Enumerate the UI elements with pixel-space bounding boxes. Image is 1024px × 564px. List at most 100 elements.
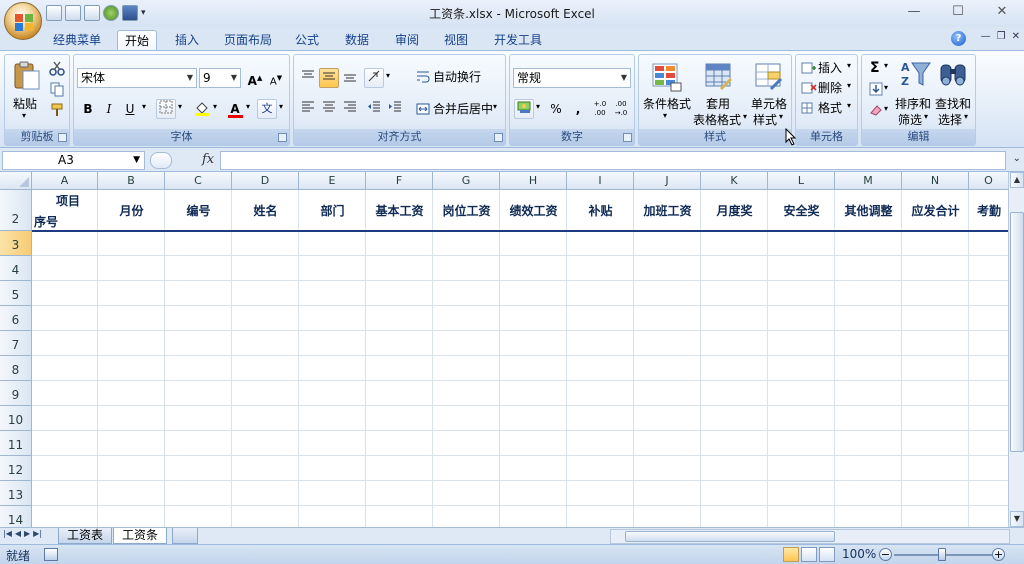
accounting-format-button[interactable] (514, 99, 534, 119)
cell-c14[interactable] (165, 506, 232, 527)
tab-home[interactable]: 开始 (117, 30, 157, 50)
row-header-10[interactable]: 10 (0, 406, 32, 431)
cell-d3[interactable] (232, 231, 299, 256)
align-left-button[interactable] (298, 99, 318, 119)
cell-g11[interactable] (433, 431, 500, 456)
cell-o10[interactable] (969, 406, 1008, 431)
cell-f6[interactable] (366, 306, 433, 331)
align-center-button[interactable] (319, 99, 339, 119)
cell-o9[interactable] (969, 381, 1008, 406)
zoom-slider[interactable] (894, 548, 992, 561)
zoom-level[interactable]: 100% (842, 547, 876, 561)
cell-i8[interactable] (567, 356, 634, 381)
cell-j3[interactable] (634, 231, 701, 256)
accounting-dropdown-icon[interactable]: ▾ (536, 102, 540, 111)
conditional-format-dropdown-icon[interactable]: ▾ (663, 111, 667, 120)
cell-h7[interactable] (500, 331, 567, 356)
cell-j4[interactable] (634, 256, 701, 281)
copy-icon[interactable] (49, 81, 65, 97)
font-color-dropdown-icon[interactable]: ▾ (246, 102, 250, 111)
cell-g6[interactable] (433, 306, 500, 331)
cell-n6[interactable] (902, 306, 969, 331)
cell-h4[interactable] (500, 256, 567, 281)
cell-j6[interactable] (634, 306, 701, 331)
cell-l6[interactable] (768, 306, 835, 331)
cell-c11[interactable] (165, 431, 232, 456)
cell-j11[interactable] (634, 431, 701, 456)
paste-icon[interactable] (11, 59, 43, 91)
cell-g8[interactable] (433, 356, 500, 381)
sort-filter-icon[interactable]: A Z (900, 59, 932, 91)
format-cells-icon[interactable] (801, 101, 817, 115)
cell-k6[interactable] (701, 306, 768, 331)
cell-m5[interactable] (835, 281, 902, 306)
cell-f8[interactable] (366, 356, 433, 381)
sort-filter-dropdown-icon[interactable]: ▾ (924, 112, 928, 121)
cell-i13[interactable] (567, 481, 634, 506)
font-color-button[interactable]: A (225, 99, 245, 119)
cell-a8[interactable] (32, 356, 98, 381)
cell-k13[interactable] (701, 481, 768, 506)
borders-dropdown-icon[interactable]: ▾ (178, 102, 182, 111)
italic-button[interactable]: I (99, 99, 119, 119)
cell-h10[interactable] (500, 406, 567, 431)
close-button[interactable]: ✕ (980, 0, 1024, 24)
wrap-text-button[interactable]: 自动换行 (433, 67, 481, 87)
cell-l5[interactable] (768, 281, 835, 306)
tab-formulas[interactable]: 公式 (288, 30, 326, 50)
cell-h13[interactable] (500, 481, 567, 506)
vertical-scroll-thumb[interactable] (1010, 212, 1024, 452)
macro-record-icon[interactable] (44, 548, 58, 561)
cell-k12[interactable] (701, 456, 768, 481)
cell-a14[interactable] (32, 506, 98, 527)
cell-b5[interactable] (98, 281, 165, 306)
cell-d6[interactable] (232, 306, 299, 331)
cell-d12[interactable] (232, 456, 299, 481)
fill-dropdown-icon[interactable]: ▾ (884, 83, 888, 92)
find-select-label-1[interactable]: 查找和 (935, 95, 971, 112)
column-header-l[interactable]: L (768, 172, 835, 190)
cell-m6[interactable] (835, 306, 902, 331)
cell-i4[interactable] (567, 256, 634, 281)
alignment-launcher-icon[interactable] (494, 133, 503, 142)
cell-o11[interactable] (969, 431, 1008, 456)
cell-n14[interactable] (902, 506, 969, 527)
cell-o13[interactable] (969, 481, 1008, 506)
cell-l14[interactable] (768, 506, 835, 527)
cell-d7[interactable] (232, 331, 299, 356)
maximize-button[interactable]: ☐ (936, 0, 980, 24)
next-sheet-icon[interactable]: ▶ (24, 529, 30, 538)
underline-button[interactable]: U (120, 99, 140, 119)
ribbon-restore-icon[interactable]: ❐ (997, 31, 1006, 42)
format-cells-button[interactable]: 格式 (818, 98, 842, 118)
format-as-table-button[interactable]: 表格格式 (693, 111, 741, 128)
last-sheet-icon[interactable]: ▶| (33, 529, 42, 538)
row-header-11[interactable]: 11 (0, 431, 32, 456)
cell-f9[interactable] (366, 381, 433, 406)
formula-input[interactable] (220, 151, 1006, 170)
row-header-8[interactable]: 8 (0, 356, 32, 381)
increase-decimal-button[interactable]: +.0 .00 (590, 99, 610, 119)
row-header-13[interactable]: 13 (0, 481, 32, 506)
row-header-2[interactable]: 2 (0, 190, 32, 231)
cell-b3[interactable] (98, 231, 165, 256)
comma-button[interactable]: , (568, 99, 588, 119)
zoom-in-button[interactable]: + (992, 548, 1005, 561)
cell-e11[interactable] (299, 431, 366, 456)
cell-h8[interactable] (500, 356, 567, 381)
cell-a10[interactable] (32, 406, 98, 431)
orientation-dropdown-icon[interactable]: ▾ (386, 71, 390, 80)
shrink-font-button[interactable]: A▼ (266, 68, 286, 88)
column-header-j[interactable]: J (634, 172, 701, 190)
cell-n12[interactable] (902, 456, 969, 481)
cell-n13[interactable] (902, 481, 969, 506)
delete-cells-button[interactable]: 删除 (818, 78, 842, 98)
align-bottom-button[interactable] (340, 68, 360, 88)
cell-styles-icon[interactable] (753, 61, 785, 93)
cell-g10[interactable] (433, 406, 500, 431)
cell-d9[interactable] (232, 381, 299, 406)
tab-page-layout[interactable]: 页面布局 (218, 30, 278, 50)
column-header-a[interactable]: A (32, 172, 98, 190)
merge-dropdown-icon[interactable]: ▾ (493, 102, 497, 111)
delete-cells-icon[interactable] (801, 81, 817, 95)
